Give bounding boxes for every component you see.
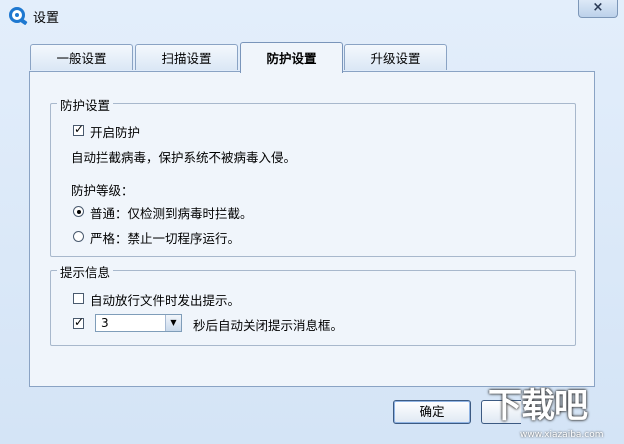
- notify-group-title: 提示信息: [57, 262, 114, 281]
- watermark-url: www.xiazaiba.com: [520, 430, 604, 440]
- tab-general[interactable]: 一般设置: [30, 44, 133, 70]
- tab-protection[interactable]: 防护设置: [240, 42, 343, 73]
- close-icon[interactable]: ×: [578, 0, 618, 18]
- enable-protection-checkbox[interactable]: [73, 122, 84, 136]
- protection-group: 防护设置 开启防护 自动拦截病毒，保护系统不被病毒入侵。 防护等级： 普通：仅检…: [50, 95, 576, 257]
- enable-protection-label[interactable]: 开启防护: [90, 122, 140, 141]
- chevron-down-icon[interactable]: ▼: [165, 315, 181, 331]
- window-title: 设置: [33, 11, 60, 26]
- level-normal-label[interactable]: 普通：仅检测到病毒时拦截。: [90, 203, 253, 222]
- protection-group-title: 防护设置: [57, 95, 114, 114]
- release-notify-checkbox[interactable]: [73, 293, 84, 304]
- protection-level-label: 防护等级：: [71, 183, 134, 198]
- tab-panel-protection: 防护设置 开启防护 自动拦截病毒，保护系统不被病毒入侵。 防护等级： 普通：仅检…: [29, 71, 595, 387]
- protection-description: 自动拦截病毒，保护系统不被病毒入侵。: [71, 150, 297, 165]
- autoclose-checkbox[interactable]: [73, 315, 84, 329]
- autoclose-seconds-select[interactable]: 3 ▼: [95, 314, 182, 332]
- release-notify-label[interactable]: 自动放行文件时发出提示。: [90, 290, 240, 309]
- ok-button[interactable]: 确定: [393, 400, 471, 424]
- level-normal-radio[interactable]: [73, 206, 84, 217]
- notify-group: 提示信息 自动放行文件时发出提示。 3 ▼ 秒后自动关闭提示消息框。: [50, 262, 576, 346]
- autoclose-seconds-value: 3: [101, 316, 109, 330]
- level-strict-label[interactable]: 严格：禁止一切程序运行。: [90, 228, 240, 247]
- tab-update[interactable]: 升级设置: [344, 44, 447, 70]
- autoclose-label: 秒后自动关闭提示消息框。: [193, 318, 344, 333]
- settings-window: 设置 × 一般设置 扫描设置 防护设置 升级设置 防护设置 开启防护 自动拦截病…: [0, 0, 624, 444]
- app-logo-icon: [9, 7, 25, 23]
- tab-scan[interactable]: 扫描设置: [135, 44, 238, 70]
- level-strict-radio[interactable]: [73, 231, 84, 242]
- title-bar: 设置 ×: [0, 0, 624, 30]
